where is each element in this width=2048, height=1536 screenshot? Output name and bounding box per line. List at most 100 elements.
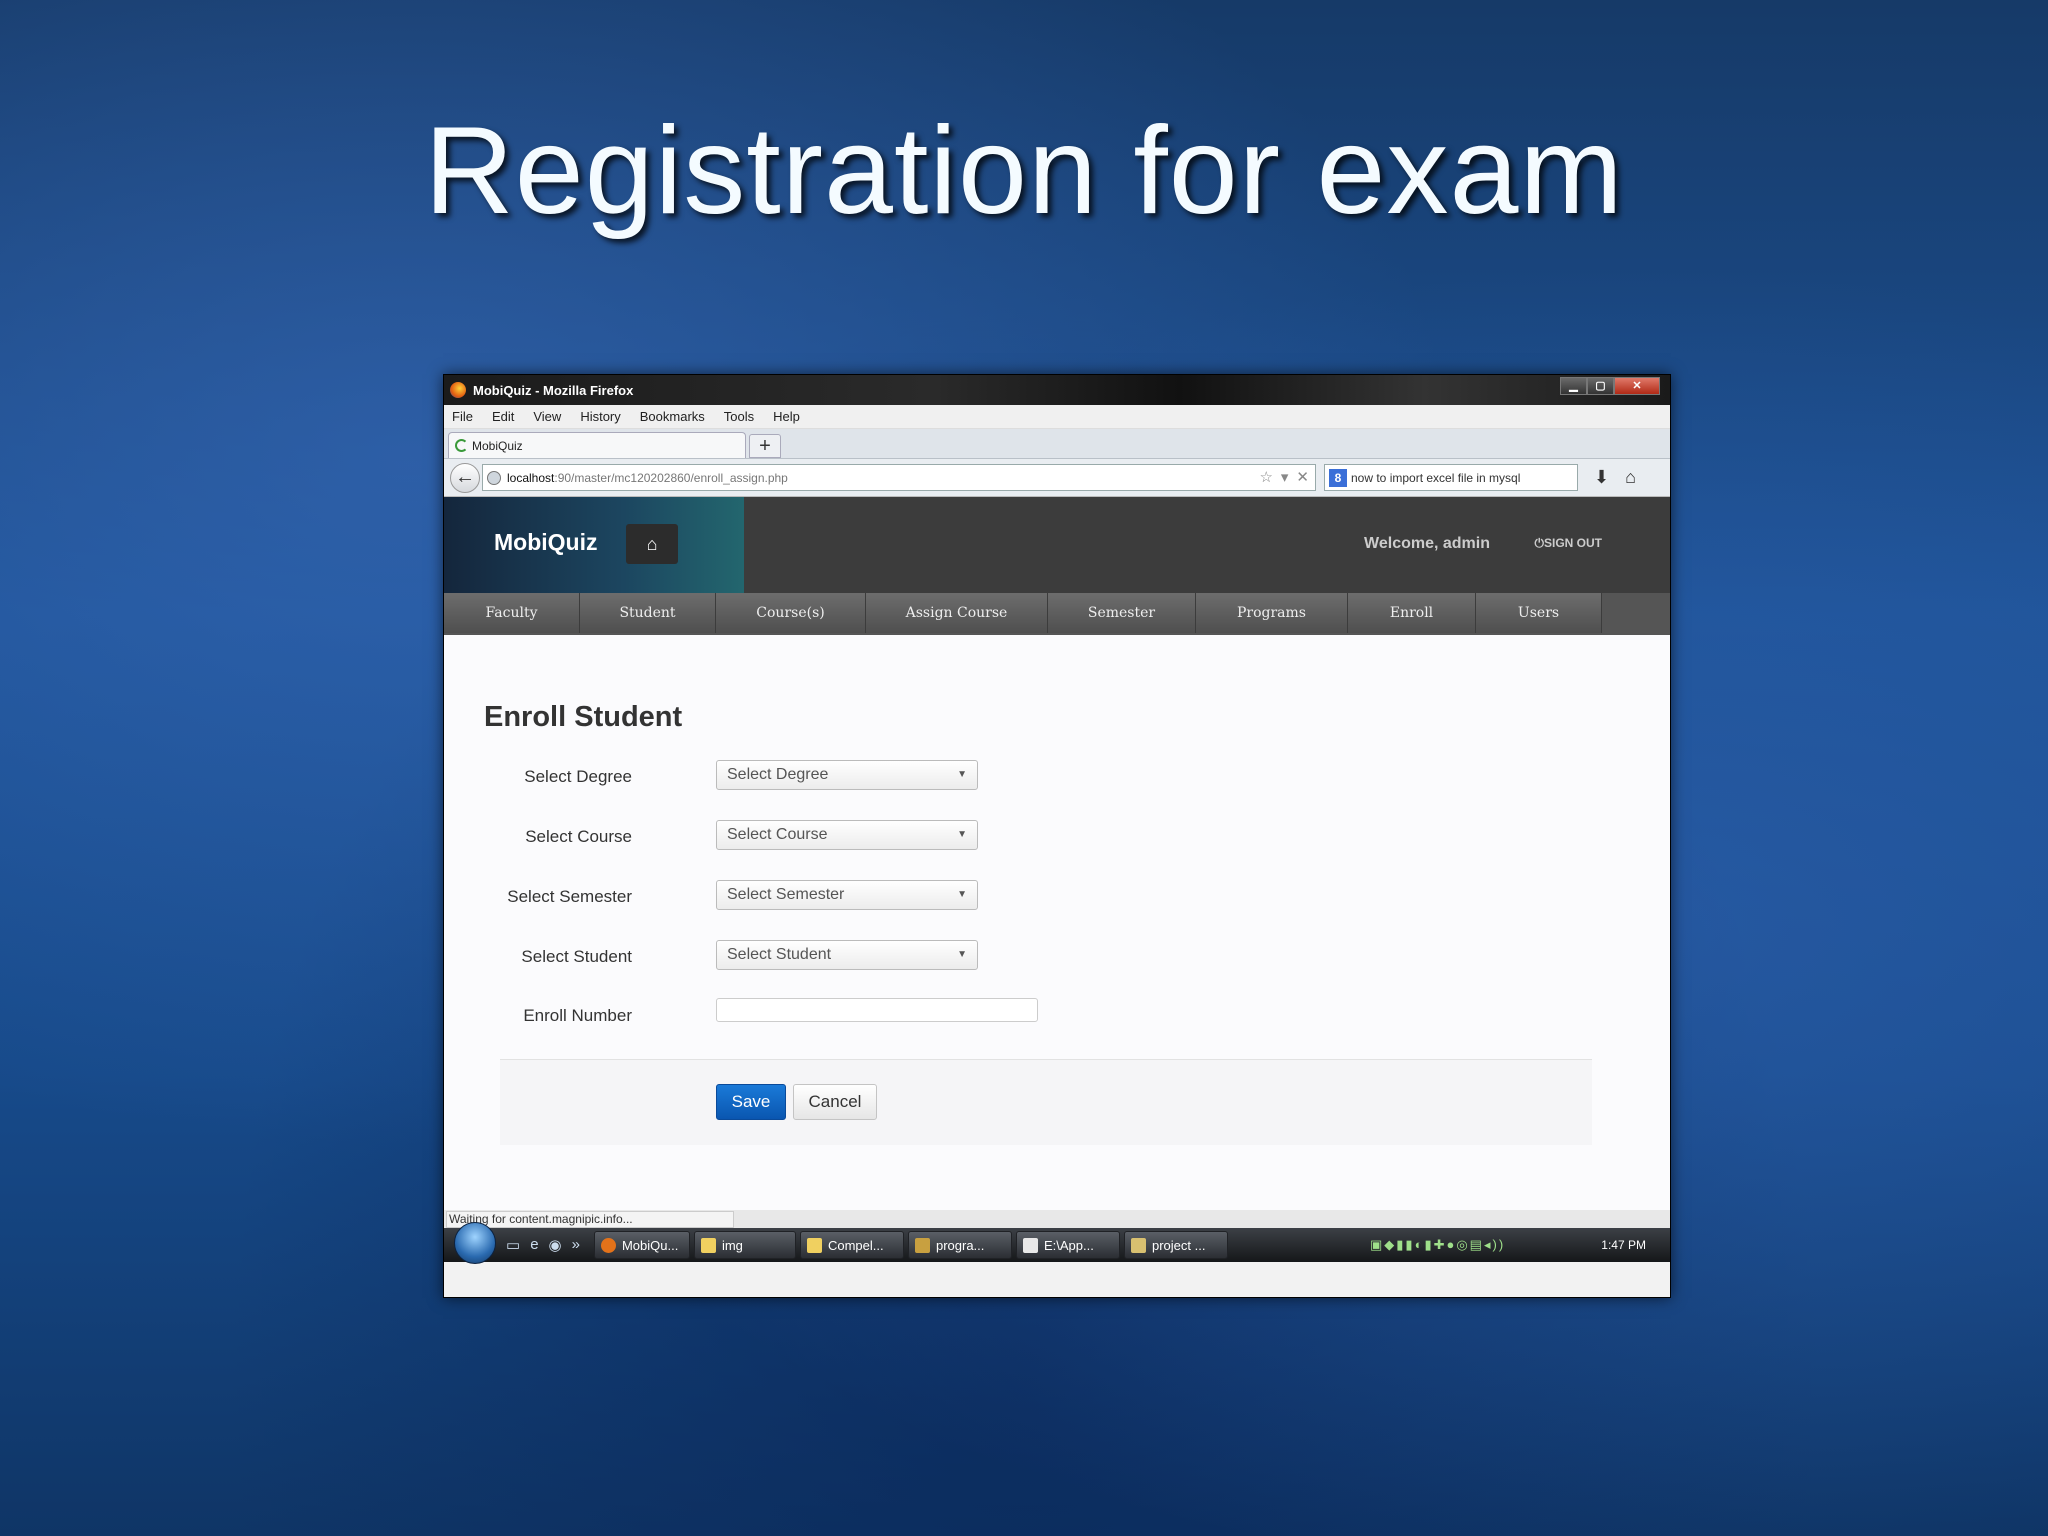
menu-history[interactable]: History — [580, 409, 620, 424]
tray-icons[interactable]: ▣◆▮▮◐▮✚●◎▤◂)) — [1370, 1237, 1505, 1253]
nav-assign-course[interactable]: Assign Course — [866, 593, 1048, 633]
student-select[interactable]: Select Student ▼ — [716, 940, 978, 970]
stop-icon[interactable]: ✕ — [1296, 468, 1309, 486]
url-host: localhost — [507, 470, 555, 485]
taskbar-item-label: Compel... — [827, 1237, 884, 1253]
nav-faculty[interactable]: Faculty — [444, 593, 580, 633]
download-icon[interactable]: ⬇ — [1594, 467, 1609, 488]
folder-icon — [806, 1237, 822, 1253]
windows-taskbar: ▭ e ◉ » MobiQu... img Compel... progra..… — [444, 1222, 1670, 1264]
maximize-button[interactable]: ▢ — [1587, 377, 1614, 395]
sign-out-label: SIGN OUT — [1543, 536, 1602, 550]
nav-enroll[interactable]: Enroll — [1348, 593, 1476, 633]
slide-title: Registration for exam — [424, 102, 1624, 240]
student-select-value: Select Student — [727, 946, 832, 963]
tab-mobiquiz[interactable]: MobiQuiz — [448, 432, 746, 458]
taskbar-item-label: project ... — [1151, 1237, 1206, 1253]
loading-spinner-icon — [455, 439, 468, 452]
course-select-value: Select Course — [727, 826, 828, 843]
menu-help[interactable]: Help — [773, 409, 800, 424]
start-button[interactable] — [454, 1222, 496, 1264]
folder-icon — [700, 1237, 716, 1253]
degree-row: Select Degree Select Degree ▼ — [444, 760, 1444, 792]
course-row: Select Course Select Course ▼ — [444, 820, 1444, 852]
menu-bookmarks[interactable]: Bookmarks — [640, 409, 705, 424]
home-page-icon[interactable]: ⌂ — [1625, 467, 1636, 488]
nav-student[interactable]: Student — [580, 593, 716, 633]
google-search-icon[interactable]: 8 — [1329, 468, 1347, 487]
new-tab-button[interactable]: + — [749, 434, 781, 458]
url-path: :90/master/mc120202860/enroll_assign.php — [554, 470, 788, 485]
nav-programs[interactable]: Programs — [1196, 593, 1348, 633]
app-header: MobiQuiz ⌂ Welcome, admin ⏻SIGN OUT — [444, 497, 1670, 593]
search-bar[interactable]: 8 now to import excel file in mysql — [1324, 464, 1578, 491]
enroll-number-input[interactable] — [716, 998, 1038, 1022]
chevron-down-icon: ▼ — [957, 949, 967, 960]
ie-icon[interactable]: e — [530, 1236, 538, 1254]
form-actions: Save Cancel — [500, 1059, 1592, 1145]
course-select[interactable]: Select Course ▼ — [716, 820, 978, 850]
page-title: Enroll Student — [484, 701, 683, 733]
taskbar-item-label: MobiQu... — [621, 1237, 679, 1253]
chevron-down-icon: ▼ — [957, 889, 967, 900]
url-bar[interactable]: localhost:90/master/mc120202860/enroll_a… — [482, 464, 1316, 491]
show-desktop-icon[interactable]: ▭ — [506, 1236, 520, 1254]
nav-users[interactable]: Users — [1476, 593, 1602, 633]
taskbar-item-compel[interactable]: Compel... — [799, 1231, 904, 1259]
menu-view[interactable]: View — [533, 409, 561, 424]
semester-label: Select Semester — [507, 887, 632, 906]
more-icon[interactable]: » — [572, 1236, 580, 1254]
status-bar: Waiting for content.magnipic.info... — [444, 1210, 1670, 1228]
student-row: Select Student Select Student ▼ — [444, 940, 1444, 972]
close-window-button[interactable]: ✕ — [1614, 377, 1660, 395]
main-nav: Faculty Student Course(s) Assign Course … — [444, 593, 1670, 635]
enroll-number-label: Enroll Number — [523, 1006, 632, 1025]
taskbar-item-label: E:\App... — [1043, 1237, 1094, 1253]
semester-select-value: Select Semester — [727, 886, 845, 903]
minimize-button[interactable]: ▁ — [1560, 377, 1587, 395]
browser-window: MobiQuiz - Mozilla Firefox ▁ ▢ ✕ File Ed… — [443, 374, 1671, 1298]
student-label: Select Student — [521, 947, 632, 966]
tab-title: MobiQuiz — [472, 438, 523, 453]
taskbar-item-project[interactable]: project ... — [1123, 1231, 1228, 1259]
taskbar-item-label: progra... — [935, 1237, 985, 1253]
app-brand[interactable]: MobiQuiz — [494, 529, 597, 556]
explorer-icon — [1022, 1237, 1038, 1253]
window-title: MobiQuiz - Mozilla Firefox — [473, 382, 634, 398]
sign-out-button[interactable]: ⏻SIGN OUT — [1534, 536, 1602, 551]
degree-select[interactable]: Select Degree ▼ — [716, 760, 978, 790]
power-icon: ⏻ — [1534, 536, 1544, 550]
page-content: Enroll Student Select Degree Select Degr… — [444, 635, 1670, 1210]
taskbar-clock: 1:47 PM — [1601, 1238, 1646, 1252]
menu-file[interactable]: File — [452, 409, 473, 424]
system-tray: ▣◆▮▮◐▮✚●◎▤◂)) 1:47 PM — [1330, 1228, 1670, 1262]
tab-bar: MobiQuiz + — [444, 429, 1670, 459]
app-icon — [914, 1237, 930, 1253]
url-dropdown-icon[interactable]: ▾ — [1281, 468, 1289, 486]
taskbar-item-progra[interactable]: progra... — [907, 1231, 1012, 1259]
semester-row: Select Semester Select Semester ▼ — [444, 880, 1444, 912]
taskbar-item-eapp[interactable]: E:\App... — [1015, 1231, 1120, 1259]
nav-courses[interactable]: Course(s) — [716, 593, 866, 633]
home-icon: ⌂ — [646, 534, 658, 554]
quick-launch: ▭ e ◉ » — [506, 1236, 590, 1254]
navigation-bar: ← localhost:90/master/mc120202860/enroll… — [444, 459, 1670, 497]
welcome-text: Welcome, admin — [1364, 535, 1490, 552]
home-button[interactable]: ⌂ — [626, 524, 678, 564]
degree-label: Select Degree — [524, 767, 632, 786]
back-button[interactable]: ← — [450, 462, 480, 493]
menu-edit[interactable]: Edit — [492, 409, 514, 424]
taskbar-item-img[interactable]: img — [693, 1231, 796, 1259]
bookmark-star-icon[interactable]: ☆ — [1259, 468, 1272, 486]
nav-semester[interactable]: Semester — [1048, 593, 1196, 633]
window-titlebar: MobiQuiz - Mozilla Firefox ▁ ▢ ✕ — [444, 375, 1670, 405]
taskbar-item-firefox[interactable]: MobiQu... — [593, 1231, 690, 1259]
site-identity-icon[interactable] — [487, 470, 501, 485]
cancel-button[interactable]: Cancel — [793, 1084, 877, 1120]
archive-icon — [1130, 1237, 1146, 1253]
status-text: Waiting for content.magnipic.info... — [446, 1211, 734, 1228]
menu-tools[interactable]: Tools — [724, 409, 754, 424]
semester-select[interactable]: Select Semester ▼ — [716, 880, 978, 910]
media-icon[interactable]: ◉ — [549, 1236, 562, 1254]
save-button[interactable]: Save — [716, 1084, 786, 1120]
